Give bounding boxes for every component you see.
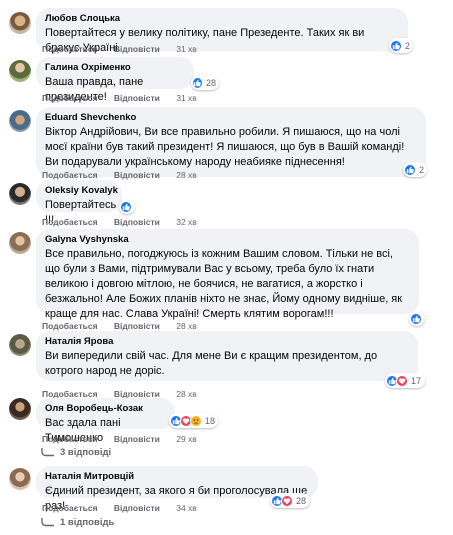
view-replies-link[interactable]: 3 відповіді	[41, 447, 111, 459]
love-icon	[281, 494, 293, 507]
reply-curve-icon	[41, 448, 54, 457]
comment-author[interactable]: Oleksiy Kovalyk	[45, 185, 118, 197]
comment-timestamp[interactable]: 32 хв	[176, 217, 197, 227]
like-icon	[404, 163, 416, 176]
avatar[interactable]	[9, 183, 31, 205]
avatar[interactable]	[9, 334, 31, 356]
reply-curve-icon	[41, 518, 54, 527]
comment-actions: Подобається Відповісти 34 хв	[42, 503, 211, 514]
comment-text: Все правильно, погоджуюсь із кожним Ваши…	[45, 248, 403, 320]
comment-author[interactable]: Eduard Shevchenko	[45, 112, 417, 124]
comment-bubble: Galyna Vyshynska Все правильно, погоджую…	[36, 229, 419, 320]
avatar[interactable]	[9, 60, 31, 82]
comment-actions: Подобається Відповісти 31 хв	[42, 44, 211, 55]
comment-author[interactable]: Галина Охріменко	[45, 62, 185, 74]
like-button[interactable]: Подобається	[42, 503, 98, 513]
comment-actions: Подобається Відповісти 32 хв	[42, 217, 211, 228]
reaction-count: 17	[411, 375, 422, 386]
reply-button[interactable]: Відповісти	[114, 217, 160, 227]
comment-bubble: Наталія Ярова Ви випередили свій час. Дл…	[36, 331, 418, 381]
comment-timestamp[interactable]: 28 хв	[176, 389, 197, 399]
reply-button[interactable]: Відповісти	[114, 321, 160, 331]
replies-count-label[interactable]: 1 відповідь	[60, 517, 114, 529]
replies-count-label[interactable]: 3 відповіді	[60, 447, 111, 459]
love-icon	[396, 374, 408, 387]
reaction-count: 28	[296, 495, 307, 506]
comment-actions: Подобається Відповісти 29 хв	[42, 434, 211, 445]
comment-text: Віктор Андрійович, Ви все правильно роби…	[45, 126, 405, 168]
reaction-count: 28	[205, 77, 216, 88]
reaction-summary[interactable]: 28	[191, 75, 219, 90]
reaction-summary[interactable]: 17	[385, 373, 425, 388]
reply-button[interactable]: Відповісти	[114, 170, 160, 180]
comment-author[interactable]: Наталія Ярова	[45, 336, 409, 348]
reaction-count: 2	[404, 40, 410, 51]
avatar[interactable]	[9, 110, 31, 132]
like-button[interactable]: Подобається	[42, 434, 98, 444]
like-icon	[410, 312, 422, 325]
comment-bubble: Oleksiy Kovalyk Повертайтесь !!!	[36, 180, 122, 226]
avatar[interactable]	[9, 398, 31, 420]
comment-timestamp[interactable]: 34 хв	[176, 503, 197, 513]
like-icon	[390, 39, 402, 52]
reaction-count: 2	[418, 164, 424, 175]
reaction-summary[interactable]: 18	[169, 413, 218, 428]
view-replies-link[interactable]: 1 відповідь	[41, 517, 114, 529]
sad-icon	[190, 414, 202, 427]
like-button[interactable]: Подобається	[42, 93, 98, 103]
reaction-summary[interactable]: 2	[403, 162, 427, 177]
reply-button[interactable]: Відповісти	[114, 44, 160, 54]
like-button[interactable]: Подобається	[42, 170, 98, 180]
reaction-count: 18	[205, 415, 216, 426]
reply-button[interactable]: Відповісти	[114, 503, 160, 513]
avatar[interactable]	[9, 12, 31, 34]
comment-author[interactable]: Наталія Митровцій	[45, 471, 309, 483]
comment-timestamp[interactable]: 31 хв	[176, 93, 197, 103]
comment-author[interactable]: Оля Воробець-Козак	[45, 403, 166, 415]
reaction-summary[interactable]: 2	[389, 38, 413, 53]
comment-actions: Подобається Відповісти 31 хв	[42, 93, 211, 104]
comment-timestamp[interactable]: 29 хв	[176, 434, 197, 444]
comment-bubble: Галина Охріменко Ваша правда, пане прези…	[36, 57, 194, 103]
like-icon	[192, 76, 203, 89]
comment-timestamp[interactable]: 28 хв	[176, 321, 197, 331]
comment-text: Ви випередили свій час. Для мене Ви є кр…	[45, 350, 378, 377]
comment-author[interactable]: Galyna Vyshynska	[45, 234, 410, 246]
like-button[interactable]: Подобається	[42, 321, 98, 331]
like-button[interactable]: Подобається	[42, 44, 98, 54]
reply-button[interactable]: Відповісти	[114, 93, 160, 103]
avatar[interactable]	[9, 468, 31, 490]
comment-timestamp[interactable]: 28 хв	[176, 170, 197, 180]
comment-author[interactable]: Любов Слоцька	[45, 13, 399, 25]
comment-bubble: Оля Воробець-Козак Вас здала пані Тимоше…	[36, 398, 175, 444]
comment-timestamp[interactable]: 31 хв	[176, 44, 197, 54]
reaction-summary[interactable]: 28	[270, 493, 310, 508]
like-icon	[120, 200, 132, 213]
reaction-summary[interactable]	[119, 199, 135, 214]
reply-button[interactable]: Відповісти	[114, 434, 160, 444]
comment-bubble: Eduard Shevchenko Віктор Андрійович, Ви …	[36, 107, 426, 177]
avatar[interactable]	[9, 232, 31, 254]
like-button[interactable]: Подобається	[42, 217, 98, 227]
reaction-summary[interactable]	[409, 311, 425, 326]
